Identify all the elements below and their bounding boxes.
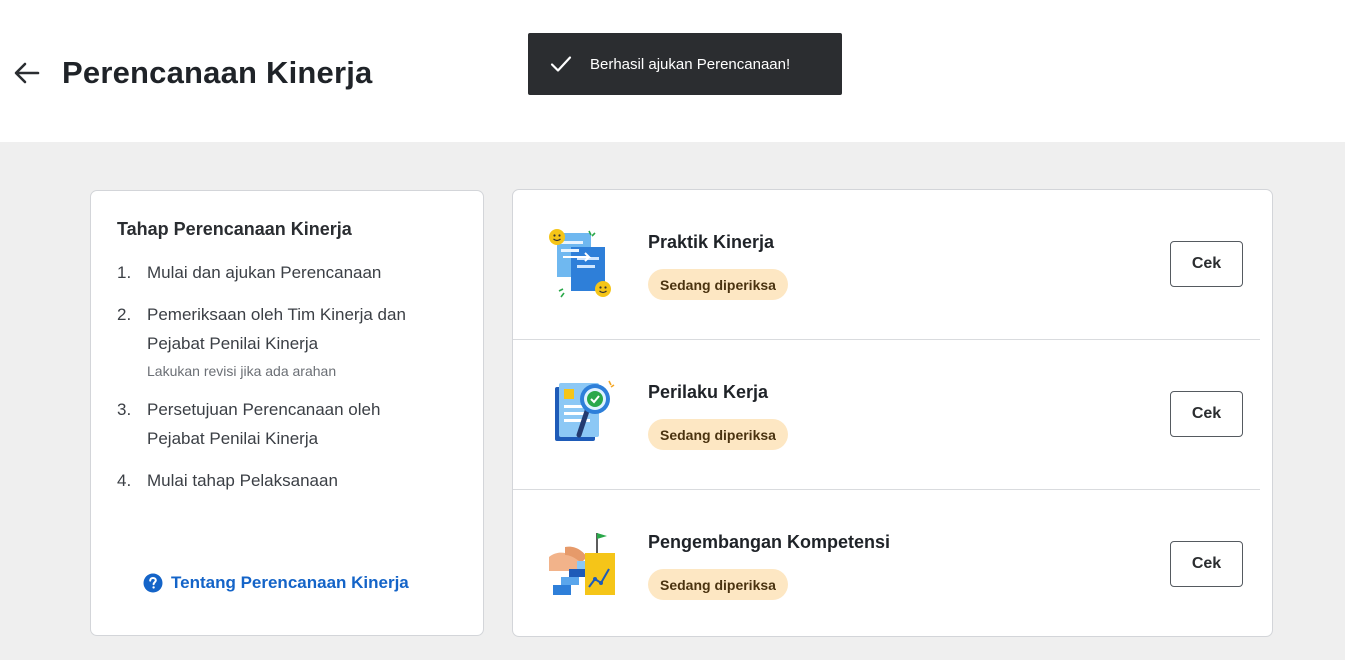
toast-message: Berhasil ajukan Perencanaan!: [590, 55, 791, 73]
step-text: Mulai tahap Pelaksanaan: [147, 471, 338, 490]
back-button[interactable]: [10, 56, 44, 90]
cek-button[interactable]: Cek: [1170, 241, 1243, 287]
item-title: Perilaku Kerja: [648, 382, 769, 402]
main-content: Tahap Perencanaan Kinerja 1. Mulai dan a…: [0, 142, 1345, 660]
step-number: 2.: [117, 305, 132, 324]
about-link[interactable]: Tentang Perencanaan Kinerja: [143, 573, 409, 593]
item-title: Pengembangan Kompetensi: [648, 532, 891, 552]
documents-smiley-illustration: [549, 229, 611, 298]
step-number: 4.: [117, 471, 132, 490]
check-icon: [550, 53, 572, 75]
status-badge: Sedang diperiksa: [648, 569, 788, 600]
cek-button[interactable]: Cek: [1170, 391, 1243, 437]
step-text: Pemeriksaan oleh Tim Kinerja dan Pejabat…: [147, 305, 406, 353]
step-item: 1. Mulai dan ajukan Perencanaan: [117, 258, 457, 287]
step-item: 3. Persetujuan Perencanaan oleh Pejabat …: [117, 395, 457, 453]
checklist-magnifier-illustration: [555, 380, 615, 441]
about-link-label: Tentang Perencanaan Kinerja: [171, 573, 409, 592]
steps-title: Tahap Perencanaan Kinerja: [117, 219, 352, 239]
cek-button[interactable]: Cek: [1170, 541, 1243, 587]
step-text: Mulai dan ajukan Perencanaan: [147, 263, 382, 282]
steps-card: Tahap Perencanaan Kinerja 1. Mulai dan a…: [90, 190, 484, 636]
step-note: Lakukan revisi jika ada arahan: [147, 363, 337, 379]
stairs-flag-illustration: [549, 533, 615, 595]
list-item: Praktik Kinerja Sedang diperiksa Cek: [513, 190, 1274, 339]
status-badge: Sedang diperiksa: [648, 269, 788, 300]
list-item: Pengembangan Kompetensi Sedang diperiksa…: [513, 490, 1274, 639]
step-text: Persetujuan Perencanaan oleh Pejabat Pen…: [147, 400, 381, 448]
step-number: 3.: [117, 400, 132, 419]
success-toast: Berhasil ajukan Perencanaan!: [528, 33, 842, 95]
step-number: 1.: [117, 263, 132, 282]
step-item: 2. Pemeriksaan oleh Tim Kinerja dan Peja…: [117, 300, 457, 382]
list-item: Perilaku Kerja Sedang diperiksa Cek: [513, 340, 1274, 489]
status-badge: Sedang diperiksa: [648, 419, 788, 450]
item-title: Praktik Kinerja: [648, 232, 775, 252]
step-item: 4. Mulai tahap Pelaksanaan: [117, 466, 457, 495]
question-circle-icon: [143, 573, 163, 593]
page-title: Perencanaan Kinerja: [62, 55, 373, 90]
arrow-left-icon: [14, 62, 40, 84]
items-card: Praktik Kinerja Sedang diperiksa Cek Per…: [512, 189, 1273, 637]
